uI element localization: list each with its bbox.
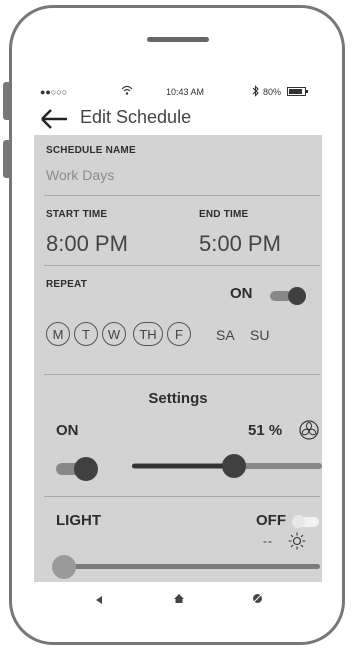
page-title: Edit Schedule <box>80 107 192 127</box>
repeat-label: REPEAT <box>46 279 88 290</box>
schedule-name-label: SCHEDULE NAME <box>46 145 136 156</box>
light-level-value: -- <box>263 534 273 548</box>
clock: 10:43 AM <box>166 87 205 97</box>
back-arrow-icon[interactable] <box>40 108 68 130</box>
bluetooth-icon <box>252 85 260 99</box>
app-screen: ●●○○○ 10:43 AM 80% Edit Schedule SCHEDUL… <box>34 82 322 610</box>
status-bar: ●●○○○ 10:43 AM 80% <box>34 82 322 102</box>
divider <box>44 374 320 375</box>
day-sunday[interactable]: SU <box>250 327 269 343</box>
wifi-icon <box>121 85 133 98</box>
end-time-label: END TIME <box>199 209 249 220</box>
power-label: ON <box>56 422 79 439</box>
day-tuesday[interactable]: T <box>74 322 98 346</box>
fan-icon <box>299 420 319 445</box>
speaker-slot <box>147 37 209 42</box>
day-friday[interactable]: F <box>167 322 191 346</box>
start-time-label: START TIME <box>46 209 108 220</box>
divider <box>44 265 320 266</box>
signal-indicator: ●●○○○ <box>40 87 68 97</box>
home-nav-icon[interactable] <box>173 591 185 609</box>
repeat-state: ON <box>230 285 253 302</box>
day-wednesday[interactable]: W <box>102 322 126 346</box>
volume-down-button <box>3 140 11 178</box>
end-time-value[interactable]: 5:00 PM <box>199 231 281 257</box>
day-thursday[interactable]: TH <box>133 322 163 346</box>
divider <box>44 496 320 497</box>
schedule-name-input[interactable]: Work Days <box>46 167 114 183</box>
sun-icon <box>288 532 306 555</box>
battery-percent: 80% <box>263 87 282 97</box>
recent-apps-icon[interactable] <box>252 591 263 609</box>
volume-up-button <box>3 82 11 120</box>
divider <box>44 195 320 196</box>
settings-heading: Settings <box>148 390 208 407</box>
light-state: OFF <box>256 512 286 529</box>
start-time-value[interactable]: 8:00 PM <box>46 231 128 257</box>
title-bar: Edit Schedule <box>34 102 322 135</box>
battery-icon <box>287 87 309 99</box>
android-nav-bar <box>34 582 322 610</box>
back-nav-icon[interactable] <box>94 592 104 610</box>
fan-speed-value: 51 % <box>248 422 283 439</box>
day-monday[interactable]: M <box>46 322 70 346</box>
day-saturday[interactable]: SA <box>216 327 235 343</box>
light-label: LIGHT <box>56 512 101 529</box>
